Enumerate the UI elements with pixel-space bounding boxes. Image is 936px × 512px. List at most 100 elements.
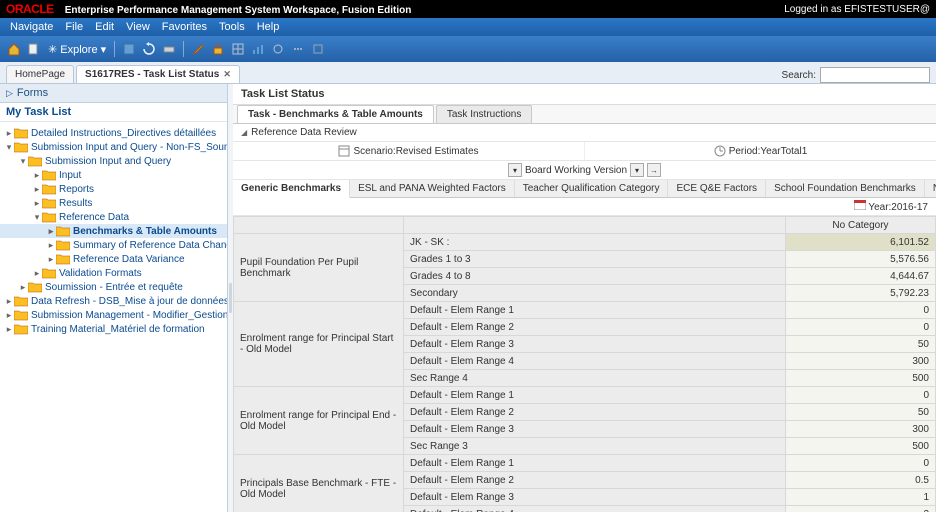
- task-subtabs: Task - Benchmarks & Table Amounts Task I…: [233, 105, 936, 124]
- cell-value[interactable]: 6,101.52: [786, 234, 936, 251]
- benchmark-tab[interactable]: ECE Q&E Factors: [668, 180, 766, 197]
- benchmark-tab[interactable]: Generic Benchmarks: [233, 180, 350, 198]
- new-icon[interactable]: [26, 41, 42, 57]
- pov-scenario[interactable]: Scenario:Revised Estimates: [233, 142, 585, 160]
- tree-node[interactable]: ▸Training Material_Matériel de formation: [0, 322, 227, 336]
- tab-homepage[interactable]: HomePage: [6, 65, 74, 83]
- twisty-icon[interactable]: ▸: [4, 324, 14, 335]
- explore-dropdown[interactable]: ✳ Explore ▾: [46, 43, 108, 56]
- twisty-icon[interactable]: ▸: [32, 170, 42, 181]
- version-dropdown-icon[interactable]: ▾: [508, 163, 522, 177]
- more-icon[interactable]: [290, 41, 306, 57]
- cell-value[interactable]: 500: [786, 370, 936, 387]
- tree-node[interactable]: ▸ Soumission - Entrée et requête: [0, 280, 227, 294]
- menu-view[interactable]: View: [126, 21, 150, 33]
- cell-value[interactable]: 5,576.56: [786, 251, 936, 268]
- tree-node[interactable]: ▾ Submission Input and Query: [0, 154, 227, 168]
- cell-value[interactable]: 300: [786, 421, 936, 438]
- menu-file[interactable]: File: [65, 21, 83, 33]
- twisty-icon[interactable]: ▸: [46, 226, 56, 237]
- benchmark-tab[interactable]: School Foundation Benchmarks: [766, 180, 925, 197]
- tree-node[interactable]: ▸ Reference Data Variance: [0, 252, 227, 266]
- tree-node-label: Submission Input and Query: [45, 156, 171, 167]
- edit-icon[interactable]: [190, 41, 206, 57]
- search-input[interactable]: [820, 67, 930, 83]
- tree-node[interactable]: ▸Benchmarks & Table Amounts: [0, 224, 227, 238]
- cell-value[interactable]: 0: [786, 387, 936, 404]
- cell-value[interactable]: 0: [786, 302, 936, 319]
- folder-icon: [42, 197, 56, 209]
- cell-value[interactable]: 50: [786, 336, 936, 353]
- menu-edit[interactable]: Edit: [95, 21, 114, 33]
- tree-node[interactable]: ▸ Summary of Reference Data Changes: [0, 238, 227, 252]
- benchmark-tab[interactable]: ESL and PANA Weighted Factors: [350, 180, 515, 197]
- subtab-instructions[interactable]: Task Instructions: [436, 105, 532, 123]
- go-button[interactable]: →: [647, 163, 661, 177]
- cell-value[interactable]: 50: [786, 404, 936, 421]
- twisty-icon[interactable]: ▾: [18, 156, 28, 167]
- cell-value[interactable]: 500: [786, 438, 936, 455]
- extra-icon[interactable]: [310, 41, 326, 57]
- home-icon[interactable]: [6, 41, 22, 57]
- cell-value[interactable]: 5,792.23: [786, 285, 936, 302]
- cell-value[interactable]: 0.5: [786, 472, 936, 489]
- folder-icon: [28, 281, 42, 293]
- save-icon[interactable]: [121, 41, 137, 57]
- twisty-icon[interactable]: ▸: [32, 268, 42, 279]
- twisty-icon[interactable]: ▸: [4, 296, 14, 307]
- row-sub-header: Default - Elem Range 4: [404, 506, 786, 512]
- twisty-icon[interactable]: ▸: [32, 198, 42, 209]
- row-sub-header: Secondary: [404, 285, 786, 302]
- tree-node[interactable]: ▸Validation Formats: [0, 266, 227, 280]
- tree-node[interactable]: ▾Reference Data: [0, 210, 227, 224]
- tab-tasklist[interactable]: S1617RES - Task List Status✕: [76, 65, 240, 83]
- tree-node-label: Reference Data Variance: [73, 254, 185, 265]
- pov-period[interactable]: Period:YearTotal1: [585, 142, 936, 160]
- tree-node[interactable]: ▸Data Refresh - DSB_Mise à jour de donné…: [0, 294, 227, 308]
- cell-value[interactable]: 300: [786, 353, 936, 370]
- close-icon[interactable]: ✕: [223, 69, 231, 80]
- tree-node-label: Soumission - Entrée et requête: [45, 282, 183, 293]
- cell-value[interactable]: 1: [786, 489, 936, 506]
- tools-icon[interactable]: [270, 41, 286, 57]
- forms-header[interactable]: ▷ Forms: [0, 84, 227, 103]
- tree-node[interactable]: ▸Reports: [0, 182, 227, 196]
- tree-node[interactable]: ▸ Results: [0, 196, 227, 210]
- print-icon[interactable]: [161, 41, 177, 57]
- twisty-icon[interactable]: ▸: [32, 184, 42, 195]
- menu-favorites[interactable]: Favorites: [162, 21, 207, 33]
- tree-node[interactable]: ▸Input: [0, 168, 227, 182]
- twisty-icon[interactable]: ▾: [4, 142, 14, 153]
- twisty-icon[interactable]: ▸: [18, 282, 28, 293]
- folder-icon: [42, 169, 56, 181]
- twisty-icon[interactable]: ▸: [4, 310, 14, 321]
- lock-icon[interactable]: [210, 41, 226, 57]
- tree-node[interactable]: ▾ Submission Input and Query - Non-FS_Sou…: [0, 140, 227, 154]
- subtab-benchmarks[interactable]: Task - Benchmarks & Table Amounts: [237, 105, 434, 123]
- row-sub-header: Sec Range 4: [404, 370, 786, 387]
- twisty-icon[interactable]: ▸: [4, 128, 14, 139]
- cell-value[interactable]: 0: [786, 319, 936, 336]
- tree-node-label: Summary of Reference Data Changes: [73, 240, 227, 251]
- twisty-icon[interactable]: ▸: [46, 240, 56, 251]
- chart-icon[interactable]: [250, 41, 266, 57]
- refresh-icon[interactable]: [141, 41, 157, 57]
- row-group-header: Pupil Foundation Per Pupil Benchmark: [234, 234, 404, 302]
- twisty-icon[interactable]: ▸: [46, 254, 56, 265]
- tree-node[interactable]: ▸Detailed Instructions_Directives détail…: [0, 126, 227, 140]
- cell-value[interactable]: 4,644.67: [786, 268, 936, 285]
- version-menu-icon[interactable]: ▾: [630, 163, 644, 177]
- grid-icon[interactable]: [230, 41, 246, 57]
- reference-data-section[interactable]: ◢ Reference Data Review: [233, 124, 936, 142]
- tree-node-label: Submission Input and Query - Non-FS_Soum…: [31, 142, 227, 153]
- twisty-icon[interactable]: ▾: [32, 212, 42, 223]
- menu-navigate[interactable]: Navigate: [10, 21, 53, 33]
- benchmark-tab[interactable]: Teacher Qualification Category: [515, 180, 669, 197]
- menu-tools[interactable]: Tools: [219, 21, 245, 33]
- benchmark-tab[interactable]: Notional Shares - Elementary: [925, 180, 936, 197]
- menu-help[interactable]: Help: [257, 21, 280, 33]
- cell-value[interactable]: 0: [786, 455, 936, 472]
- tree-node-label: Results: [59, 198, 92, 209]
- tree-node[interactable]: ▸Submission Management - Modifier_Gestio…: [0, 308, 227, 322]
- cell-value[interactable]: 2: [786, 506, 936, 512]
